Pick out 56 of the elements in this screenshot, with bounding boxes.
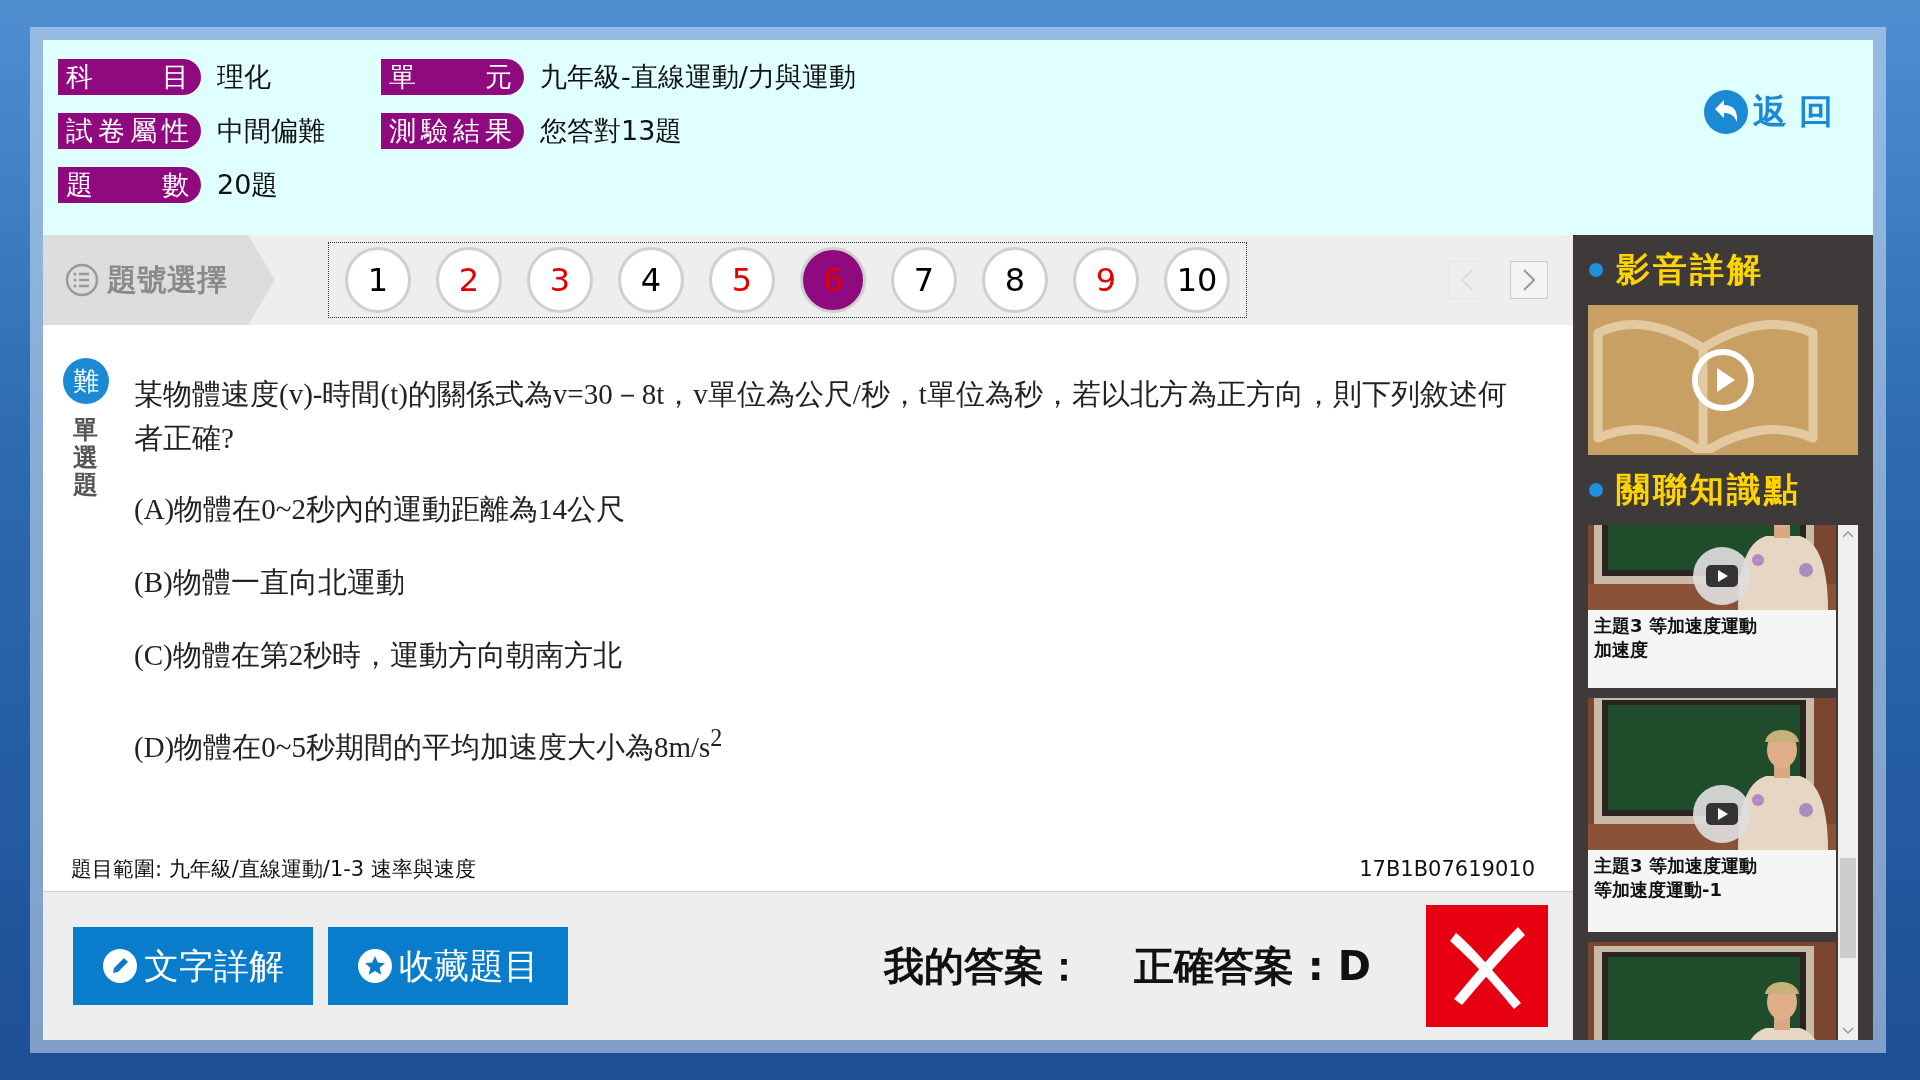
question-number[interactable]: 5 xyxy=(709,247,775,313)
video-title: 主題3 等加速度運動 xyxy=(1594,614,1758,638)
chevron-right-icon xyxy=(1523,269,1535,291)
field-label: 科目 xyxy=(58,59,201,95)
video-title: 等加速度運動-1 xyxy=(1594,878,1723,902)
question-number[interactable]: 9 xyxy=(1073,247,1139,313)
scroll-down-icon[interactable] xyxy=(1841,1026,1855,1036)
scrollbar-thumb[interactable] xyxy=(1840,857,1856,958)
question-number[interactable]: 3 xyxy=(527,247,593,313)
scroll-up-icon[interactable] xyxy=(1841,529,1855,539)
field-value: 您答對13題 xyxy=(540,114,683,148)
difficulty-badge: 難 xyxy=(62,358,109,404)
back-button[interactable]: 返 回 xyxy=(1703,89,1833,135)
next-button[interactable] xyxy=(1510,261,1548,299)
pencil-icon xyxy=(102,948,138,984)
answer-option: (D)物體在0~5秒期間的平均加速度大小為8m/s$^{2}$ xyxy=(134,716,1534,769)
field-value: 中間偏難 xyxy=(217,114,325,148)
question-scope: 題目範圍: 九年級/直線運動/1-3 速率與速度 xyxy=(71,856,476,883)
scrollbar-track[interactable] xyxy=(1838,525,1858,1040)
video-card[interactable]: 主題3 等加速度運動 加速度 xyxy=(1588,525,1836,688)
answer-option: (B)物體一直向北運動 xyxy=(134,560,1534,604)
question-number[interactable]: 8 xyxy=(982,247,1048,313)
question-number[interactable]: 4 xyxy=(618,247,684,313)
question-number[interactable]: 10 xyxy=(1164,247,1230,313)
answer-option: (C)物體在第2秒時，運動方向朝南方北 xyxy=(134,633,1534,677)
field-label: 試卷屬性 xyxy=(58,113,201,149)
play-icon[interactable] xyxy=(1692,784,1752,844)
question-number[interactable]: 7 xyxy=(891,247,957,313)
bullet-icon xyxy=(1588,482,1604,498)
bookmark-button[interactable]: 收藏題目 xyxy=(328,927,568,1005)
video-thumbnail[interactable] xyxy=(1588,305,1858,455)
video-title: 主題3 等加速度運動 xyxy=(1594,854,1758,878)
section-title: 關聯知識點 xyxy=(1616,468,1801,511)
field-value: 九年級-直線運動/力與運動 xyxy=(540,60,856,94)
question-code: 17B1B07619010 xyxy=(1359,857,1535,881)
field-label: 單元 xyxy=(381,59,524,95)
question-text: 某物體速度(v)-時間(t)的關係式為v=30－8t，v單位為公尺/秒，t單位為秒，若以北方為正方向，則下列敘述何者正確? xyxy=(134,377,1508,456)
correct-answer: 正確答案 : D xyxy=(1133,941,1371,991)
video-title: 加速度 xyxy=(1594,638,1649,662)
play-icon[interactable] xyxy=(1692,546,1752,606)
my-answer-label: 我的答案： xyxy=(883,941,1084,991)
answer-option: (A)物體在0~2秒內的運動距離為14公尺 xyxy=(134,487,1534,531)
video-card[interactable]: 主題3 等加速度運動 等加速度運動-1 xyxy=(1588,698,1836,932)
bullet-icon xyxy=(1588,262,1604,278)
field-value: 20題 xyxy=(217,168,279,202)
return-icon xyxy=(1703,89,1750,135)
field-label: 題數 xyxy=(58,167,201,203)
nav-label: 題號選擇 xyxy=(107,260,227,299)
list-icon xyxy=(65,263,99,297)
section-title: 影音詳解 xyxy=(1616,248,1764,291)
field-value: 理化 xyxy=(217,60,271,94)
question-number[interactable]: 2 xyxy=(436,247,502,313)
explanation-button[interactable]: 文字詳解 xyxy=(73,927,313,1005)
question-number[interactable]: 1 xyxy=(345,247,411,313)
field-label: 測驗結果 xyxy=(381,113,524,149)
question-type: 單選題 xyxy=(73,416,98,499)
